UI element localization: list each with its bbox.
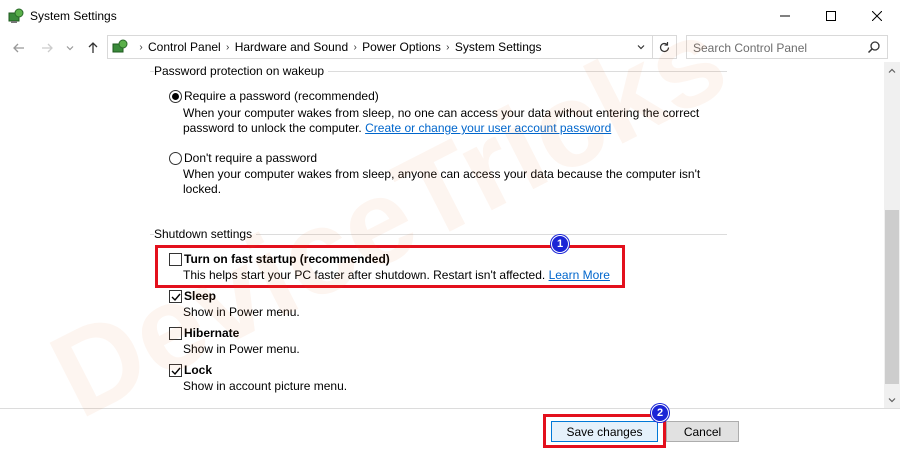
power-options-icon bbox=[112, 39, 128, 53]
sleep-description: Show in Power menu. bbox=[183, 305, 300, 319]
highlight-save-button bbox=[543, 414, 666, 448]
up-button[interactable] bbox=[86, 41, 100, 55]
maximize-button[interactable] bbox=[808, 0, 854, 32]
description-line: When your computer wakes from sleep, no … bbox=[183, 106, 700, 120]
shutdown-section-title: Shutdown settings bbox=[154, 227, 257, 241]
recent-locations-button[interactable] bbox=[65, 41, 75, 55]
description-line: When your computer wakes from sleep, any… bbox=[183, 167, 701, 181]
arrow-left-icon bbox=[13, 43, 24, 53]
cancel-button[interactable]: Cancel bbox=[666, 421, 739, 442]
step-badge-2: 2 bbox=[651, 404, 669, 422]
refresh-button[interactable] bbox=[653, 35, 677, 59]
maximize-icon bbox=[826, 11, 836, 21]
breadcrumb-control-panel[interactable]: Control Panel bbox=[148, 40, 221, 54]
chevron-up-icon bbox=[888, 68, 896, 73]
chevron-down-icon bbox=[637, 45, 645, 50]
close-icon bbox=[872, 11, 882, 21]
sleep-label[interactable]: Sleep bbox=[184, 289, 216, 303]
arrow-up-icon bbox=[88, 42, 98, 53]
hibernate-description: Show in Power menu. bbox=[183, 342, 300, 356]
hibernate-checkbox[interactable] bbox=[169, 327, 182, 340]
chevron-right-icon[interactable]: › bbox=[441, 42, 455, 53]
power-options-icon bbox=[8, 8, 24, 23]
back-button[interactable] bbox=[12, 41, 26, 55]
window-title: System Settings bbox=[30, 9, 117, 23]
require-password-radio[interactable] bbox=[169, 90, 182, 103]
create-change-password-link[interactable]: Create or change your user account passw… bbox=[365, 121, 611, 135]
hibernate-label[interactable]: Hibernate bbox=[184, 326, 239, 340]
checkmark-icon bbox=[171, 293, 181, 302]
dont-require-password-label[interactable]: Don't require a password bbox=[184, 151, 317, 165]
search-icon[interactable] bbox=[867, 40, 881, 54]
lock-label[interactable]: Lock bbox=[184, 363, 212, 377]
step-badge-1: 1 bbox=[551, 235, 569, 253]
close-button[interactable] bbox=[854, 0, 900, 32]
require-password-label[interactable]: Require a password (recommended) bbox=[184, 89, 379, 103]
arrow-right-icon bbox=[42, 43, 53, 53]
lock-checkbox[interactable] bbox=[169, 364, 182, 377]
description-line: locked. bbox=[183, 182, 222, 196]
checkmark-icon bbox=[171, 367, 181, 376]
minimize-icon bbox=[780, 15, 790, 17]
breadcrumb: › Control Panel › Hardware and Sound › P… bbox=[134, 40, 542, 54]
breadcrumb-power-options[interactable]: Power Options bbox=[362, 40, 441, 54]
chevron-right-icon[interactable]: › bbox=[348, 42, 362, 53]
chevron-right-icon[interactable]: › bbox=[221, 42, 235, 53]
require-password-description: When your computer wakes from sleep, no … bbox=[183, 106, 699, 136]
breadcrumb-hardware-and-sound[interactable]: Hardware and Sound bbox=[235, 40, 348, 54]
description-line: password to unlock the computer. bbox=[183, 121, 362, 135]
dont-require-password-radio[interactable] bbox=[169, 152, 182, 165]
scrollbar-thumb[interactable] bbox=[885, 210, 899, 384]
scroll-up-button[interactable] bbox=[884, 62, 900, 79]
breadcrumb-system-settings[interactable]: System Settings bbox=[455, 40, 542, 54]
address-bar[interactable]: › Control Panel › Hardware and Sound › P… bbox=[107, 35, 653, 59]
dialog-footer bbox=[0, 408, 900, 450]
vertical-scrollbar[interactable] bbox=[884, 62, 900, 408]
chevron-down-icon bbox=[66, 46, 74, 51]
password-section-title: Password protection on wakeup bbox=[154, 64, 329, 78]
lock-description: Show in account picture menu. bbox=[183, 379, 348, 393]
minimize-button[interactable] bbox=[762, 0, 808, 32]
chevron-right-icon[interactable]: › bbox=[134, 42, 148, 53]
scroll-down-button[interactable] bbox=[884, 391, 900, 408]
sleep-checkbox[interactable] bbox=[169, 290, 182, 303]
forward-button[interactable] bbox=[40, 41, 54, 55]
refresh-icon bbox=[659, 41, 670, 52]
title-bar: System Settings bbox=[0, 0, 900, 32]
address-dropdown-button[interactable] bbox=[629, 36, 653, 58]
search-box[interactable] bbox=[686, 35, 888, 59]
search-input[interactable] bbox=[693, 40, 863, 56]
dont-require-password-description: When your computer wakes from sleep, any… bbox=[183, 167, 700, 197]
chevron-down-icon bbox=[888, 397, 896, 402]
